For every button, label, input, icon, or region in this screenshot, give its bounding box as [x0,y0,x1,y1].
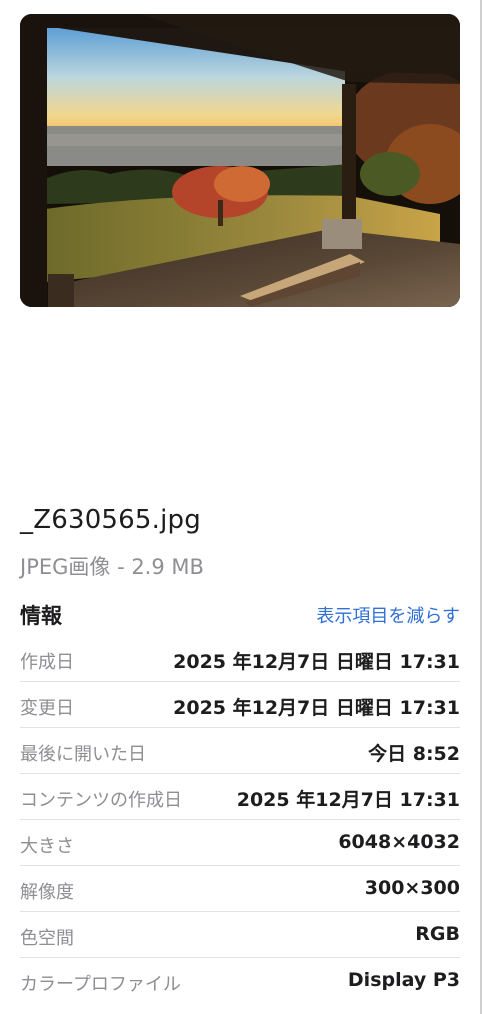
info-row-value: 2025 年12月7日 日曜日 17:31 [173,651,460,673]
info-row-label: 作成日 [20,652,74,673]
info-row-value: 300×300 [364,877,460,899]
info-row-value: Display P3 [347,969,460,991]
info-rows: 作成日 2025 年12月7日 日曜日 17:31 変更日 2025 年12月7… [20,636,460,1004]
info-row-color-space: 色空間 RGB [20,912,460,958]
info-row-label: 最後に開いた日 [20,744,146,765]
info-section-title: 情報 [20,604,62,628]
info-row-label: カラープロファイル [20,974,181,995]
info-row-content-created: コンテンツの作成日 2025 年12月7日 17:31 [20,774,460,820]
info-row-value: 2025 年12月7日 日曜日 17:31 [173,697,460,719]
photo-thumbnail [20,14,460,307]
show-less-link[interactable]: 表示項目を減らす [316,602,460,628]
info-row-value: 今日 8:52 [368,743,460,765]
file-name: _Z630565.jpg [20,505,201,535]
info-row-label: 色空間 [20,928,74,949]
file-kind-size: JPEG画像 - 2.9 MB [20,555,204,579]
info-row-label: 変更日 [20,698,74,719]
info-panel: _Z630565.jpg JPEG画像 - 2.9 MB 情報 表示項目を減らす… [0,0,482,1014]
info-row-created: 作成日 2025 年12月7日 日曜日 17:31 [20,636,460,682]
image-preview[interactable] [20,14,460,307]
info-row-value: 2025 年12月7日 17:31 [236,789,460,811]
info-row-label: コンテンツの作成日 [20,790,182,811]
info-row-last-opened: 最後に開いた日 今日 8:52 [20,728,460,774]
info-row-value: 6048×4032 [338,831,460,853]
info-row-modified: 変更日 2025 年12月7日 日曜日 17:31 [20,682,460,728]
info-section-header: 情報 表示項目を減らす [20,600,460,630]
info-row-value: RGB [415,923,460,945]
info-row-resolution: 解像度 300×300 [20,866,460,912]
info-row-dimensions: 大きさ 6048×4032 [20,820,460,866]
info-row-label: 解像度 [20,882,74,903]
info-row-label: 大きさ [20,836,74,857]
info-row-color-profile: カラープロファイル Display P3 [20,958,460,1004]
